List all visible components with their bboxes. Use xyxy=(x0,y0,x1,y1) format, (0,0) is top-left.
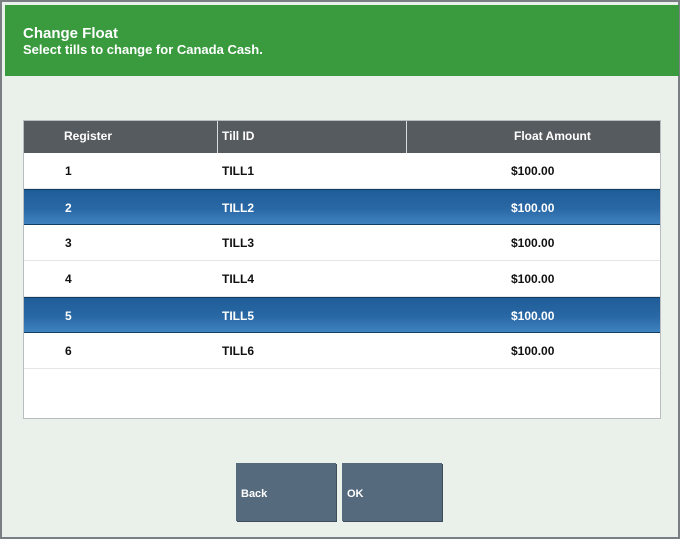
till-id-cell: TILL5 xyxy=(222,309,254,323)
screen-frame: Change Float Select tills to change for … xyxy=(0,0,680,539)
back-button[interactable]: Back xyxy=(236,463,336,521)
register-cell: 6 xyxy=(65,344,72,358)
table-row[interactable]: 4 TILL4 $100.00 xyxy=(24,261,660,297)
page-header: Change Float Select tills to change for … xyxy=(5,5,679,76)
float-amount-cell: $100.00 xyxy=(511,164,555,178)
table-row[interactable]: 3 TILL3 $100.00 xyxy=(24,225,660,261)
register-cell: 4 xyxy=(65,272,72,286)
table-row[interactable]: 5 TILL5 $100.00 xyxy=(24,297,660,333)
ok-button[interactable]: OK xyxy=(342,463,442,521)
float-amount-cell: $100.00 xyxy=(511,272,555,286)
table-header: Register Till ID Float Amount xyxy=(24,121,660,153)
till-id-cell: TILL3 xyxy=(222,236,254,250)
table-row[interactable]: 2 TILL2 $100.00 xyxy=(24,189,660,225)
column-header-till-id[interactable]: Till ID xyxy=(222,121,254,153)
table-row[interactable]: 6 TILL6 $100.00 xyxy=(24,333,660,369)
tills-table: Register Till ID Float Amount 1 TILL1 $1… xyxy=(23,120,661,419)
page-subtitle: Select tills to change for Canada Cash. xyxy=(23,42,263,57)
table-row[interactable]: 1 TILL1 $100.00 xyxy=(24,153,660,189)
register-cell: 2 xyxy=(65,201,72,215)
till-id-cell: TILL2 xyxy=(222,201,254,215)
till-id-cell: TILL6 xyxy=(222,344,254,358)
page-title: Change Float xyxy=(23,25,119,42)
column-header-register[interactable]: Register xyxy=(64,121,112,153)
column-divider xyxy=(406,121,407,153)
register-cell: 5 xyxy=(65,309,72,323)
register-cell: 1 xyxy=(65,164,72,178)
float-amount-cell: $100.00 xyxy=(511,344,555,358)
register-cell: 3 xyxy=(65,236,72,250)
till-id-cell: TILL4 xyxy=(222,272,254,286)
float-amount-cell: $100.00 xyxy=(511,236,555,250)
column-header-float-amount[interactable]: Float Amount xyxy=(514,121,591,153)
float-amount-cell: $100.00 xyxy=(511,201,555,215)
till-id-cell: TILL1 xyxy=(222,164,254,178)
float-amount-cell: $100.00 xyxy=(511,309,555,323)
column-divider xyxy=(217,121,218,153)
